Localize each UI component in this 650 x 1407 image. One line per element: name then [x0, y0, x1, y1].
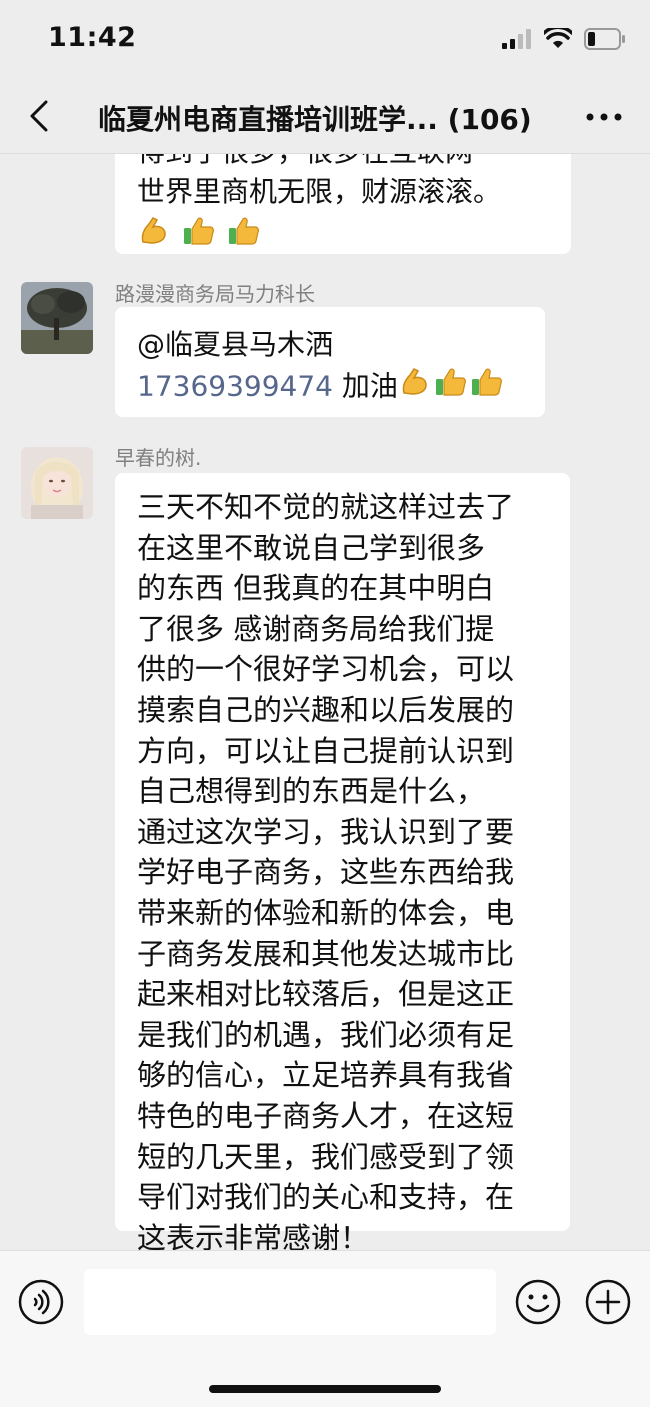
- message-line: 导们对我们的关心和支持，在: [137, 1180, 515, 1215]
- thumbs-up-icon: [227, 214, 261, 259]
- nav-bar: 临夏州电商直播培训班学... (106): [0, 80, 650, 154]
- wifi-icon: [544, 28, 572, 48]
- home-indicator: [209, 1385, 441, 1393]
- chevron-left-icon: [30, 100, 48, 132]
- input-bar: [0, 1250, 650, 1407]
- mention-text: @临夏县马木洒: [137, 328, 334, 361]
- message-line: 得到了很多，很多在互联网: [137, 154, 549, 172]
- voice-icon: [18, 1279, 64, 1325]
- avatar[interactable]: [21, 282, 93, 354]
- message-line: 在这里不敢说自己学到很多: [137, 530, 486, 565]
- thumbs-up-icon: [182, 214, 216, 259]
- message-line: 17369399474 加油: [137, 365, 523, 410]
- message-bubble-partial[interactable]: 得到了很多，很多在互联网 世界里商机无限，财源滚滚。: [115, 154, 571, 254]
- status-time: 11:42: [48, 22, 137, 53]
- plus-circle-icon: [585, 1279, 631, 1325]
- message-text: 加油: [332, 369, 398, 403]
- emoji-smile-icon: [515, 1279, 561, 1325]
- phone-link[interactable]: 17369399474: [137, 370, 333, 403]
- more-functions-button[interactable]: [585, 1279, 631, 1325]
- sender-name: 路漫漫商务局马力科长: [115, 282, 315, 306]
- more-dots-icon: [586, 113, 622, 121]
- back-button[interactable]: [22, 96, 62, 136]
- message-line: 学好电子商务，这些东西给我: [137, 855, 515, 890]
- message-line: 特色的电子商务人才，在这短: [137, 1098, 515, 1133]
- message-bubble[interactable]: 三天不知不觉的就这样过去了 在这里不敢说自己学到很多 的东西 但我真的在其中明白…: [115, 473, 570, 1250]
- status-bar: 11:42: [0, 0, 650, 80]
- message-line: 自己想得到的东西是什么，: [137, 774, 486, 809]
- thumbs-up-icon: [434, 365, 468, 410]
- message-line: 供的一个很好学习机会，可以: [137, 652, 515, 687]
- tree-avatar-image: [21, 282, 93, 354]
- message-line: 够的信心，立足培养具有我省: [137, 1058, 515, 1093]
- message-line: 方向，可以让自己提前认识到: [137, 733, 515, 768]
- message-line: 起来相对比较落后，但是这正: [137, 977, 515, 1012]
- message-line: 了很多 感谢商务局给我们提: [137, 611, 495, 646]
- status-icons: [502, 28, 626, 50]
- chat-title: 临夏州电商直播培训班学... (106): [98, 103, 532, 136]
- message-line: 短的几天里，我们感受到了领: [137, 1139, 515, 1174]
- message-line: 摸索自己的兴趣和以后发展的: [137, 692, 515, 727]
- avatar[interactable]: [21, 447, 93, 519]
- message-input[interactable]: [84, 1269, 496, 1335]
- message-line: 三天不知不觉的就这样过去了: [137, 490, 515, 524]
- thumbs-up-icon: [470, 365, 504, 410]
- message-line: 的东西 但我真的在其中明白: [137, 571, 495, 606]
- chat-message-list[interactable]: 得到了很多，很多在互联网 世界里商机无限，财源滚滚。 路漫漫商务局马力科长 @临…: [0, 154, 650, 1250]
- message-bubble[interactable]: @临夏县马木洒 17369399474 加油: [115, 307, 545, 417]
- emoji-row: [137, 214, 549, 259]
- sender-name: 早春的树.: [115, 446, 202, 470]
- flexed-biceps-icon: [137, 214, 171, 259]
- message-line: 世界里商机无限，财源滚滚。: [137, 175, 502, 208]
- battery-icon: [584, 28, 625, 50]
- message-line: 通过这次学习，我认识到了要: [137, 814, 515, 849]
- message-line: 子商务发展和其他发达城市比: [137, 936, 515, 971]
- message-line: 这表示非常感谢！: [137, 1220, 370, 1250]
- signal-icon: [502, 29, 531, 49]
- flexed-biceps-icon: [398, 365, 432, 410]
- girl-avatar-image: [21, 447, 93, 519]
- more-button[interactable]: [584, 100, 624, 134]
- message-line: 是我们的机遇，我们必须有足: [137, 1017, 515, 1052]
- emoji-button[interactable]: [515, 1279, 561, 1325]
- voice-button[interactable]: [18, 1279, 64, 1325]
- message-line: 带来新的体验和新的体会，电: [137, 895, 515, 930]
